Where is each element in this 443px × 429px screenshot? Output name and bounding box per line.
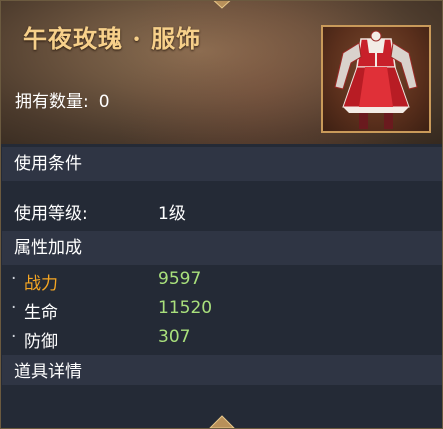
bottom-frame-ornament [209, 415, 235, 428]
top-frame-ornament [213, 1, 231, 9]
owned-value: 0 [98, 92, 110, 112]
bullet-dot: · [11, 269, 17, 289]
item-thumbnail [321, 25, 431, 133]
attributes-section-header: 属性加成 [2, 231, 442, 265]
owned-label: 拥有数量: [15, 92, 89, 112]
attribute-value: 307 [158, 327, 191, 347]
owned-count: 拥有数量: 0 [15, 87, 110, 112]
usage-level-value: 1级 [158, 204, 186, 224]
attribute-name: 防御 [24, 332, 58, 352]
attribute-value: 9597 [158, 269, 202, 289]
bullet-dot: · [11, 327, 17, 347]
bullet-dot: · [11, 298, 17, 318]
item-header: 午夜玫瑰 · 服饰 拥有数量: 0 [1, 1, 442, 144]
attribute-row-power: · 战力 9597 [2, 269, 442, 297]
item-title: 午夜玫瑰 · 服饰 [23, 24, 202, 53]
item-tooltip-panel: 午夜玫瑰 · 服饰 拥有数量: 0 使用条件 使用等级: 1级 属性加成 · 战… [0, 0, 443, 429]
usage-level-label: 使用等级: [14, 204, 88, 224]
attribute-row-defense: · 防御 307 [2, 327, 442, 355]
attribute-name: 战力 [24, 274, 58, 294]
usage-level-row: 使用等级: 1级 [2, 199, 442, 224]
attribute-row-hp: · 生命 11520 [2, 298, 442, 326]
red-white-dress-costume-icon [334, 30, 418, 129]
usage-section-header: 使用条件 [2, 147, 442, 181]
details-section-header: 道具详情 [2, 355, 442, 389]
attribute-name: 生命 [24, 303, 58, 323]
attribute-value: 11520 [158, 298, 213, 318]
